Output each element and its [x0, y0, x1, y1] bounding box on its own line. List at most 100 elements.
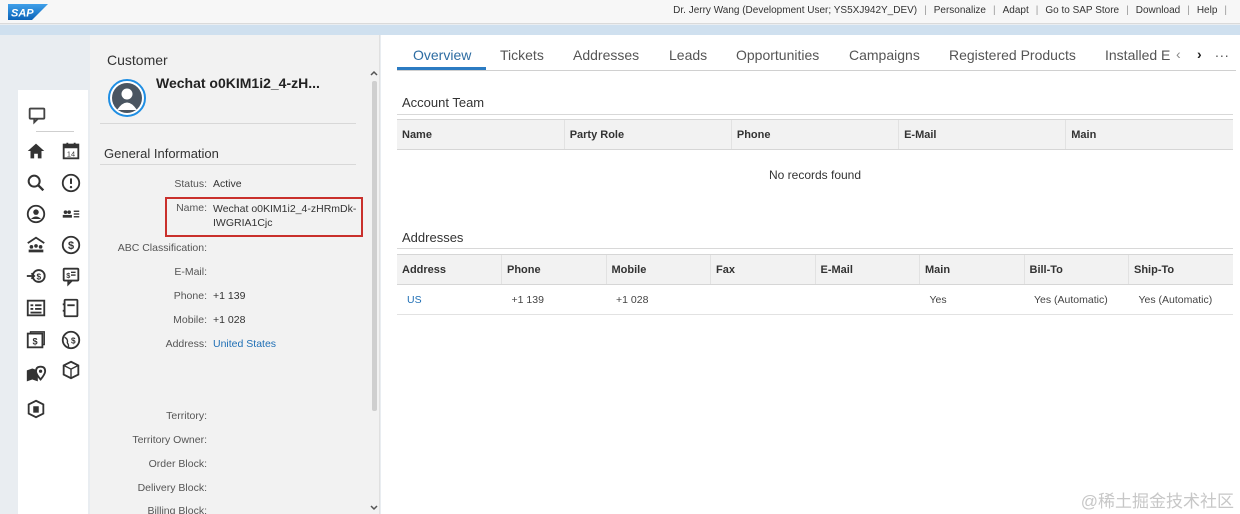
territory-label: Territory:: [166, 410, 207, 422]
active-tab-indicator: [397, 67, 486, 70]
fax-cell: [710, 284, 815, 315]
svg-text:$: $: [33, 337, 38, 347]
user-menu[interactable]: Dr. Jerry Wang (Development User; YS5XJ9…: [673, 5, 917, 16]
addresses-title: Addresses: [402, 230, 464, 245]
account-team-header-row: Name Party Role Phone E-Mail Main: [397, 119, 1233, 150]
bill-to-cell: Yes (Automatic): [1024, 284, 1129, 315]
installed-base-icon[interactable]: [24, 397, 48, 421]
mobile-cell: +1 028: [606, 284, 711, 315]
abc-classification-label: ABC Classification:: [117, 242, 207, 254]
product-icon[interactable]: [59, 358, 83, 382]
tab-overview[interactable]: Overview: [413, 47, 471, 63]
svg-text:$: $: [68, 240, 74, 252]
customer-object-label: Customer: [107, 52, 168, 68]
addresses-divider: [397, 248, 1233, 249]
avatar-person-icon: [112, 83, 142, 113]
scroll-up-icon[interactable]: [369, 69, 379, 80]
address-cell-link[interactable]: US: [397, 284, 502, 315]
addresses-header-row: Address Phone Mobile Fax E-Mail Main Bil…: [397, 254, 1233, 285]
email-label: E-Mail:: [174, 266, 207, 278]
territory-owner-label: Territory Owner:: [132, 434, 207, 446]
watermark: @稀土掘金技术社区: [1080, 492, 1234, 511]
status-value: Active: [213, 178, 242, 190]
download-link[interactable]: Download: [1136, 5, 1180, 16]
column-header-main[interactable]: Main: [1065, 119, 1233, 150]
document-icon[interactable]: [59, 296, 83, 320]
tab-campaigns[interactable]: Campaigns: [849, 47, 920, 63]
email-cell: [815, 284, 920, 315]
pricing-message-icon[interactable]: $: [59, 264, 83, 288]
no-records-message: No records found: [768, 168, 862, 182]
dollar-icon[interactable]: $: [59, 233, 83, 257]
home-icon[interactable]: [24, 139, 48, 163]
scroll-thumb[interactable]: [372, 81, 377, 411]
address-label: Address:: [165, 338, 207, 350]
shell-bar: SAP Dr. Jerry Wang (Development User; YS…: [0, 0, 1240, 24]
column-header-bill-to[interactable]: Bill-To: [1023, 254, 1129, 285]
address-link[interactable]: United States: [213, 338, 276, 350]
left-nav: 14 $ $ $ $ $: [18, 90, 88, 514]
adapt-link[interactable]: Adapt: [1003, 5, 1029, 16]
person-icon[interactable]: [24, 202, 48, 226]
svg-text:$: $: [66, 271, 70, 280]
map-marker-icon[interactable]: [24, 362, 48, 386]
customer-panel: Customer Wechat o0KIM1i2_4-zH... General…: [90, 35, 380, 514]
personalize-link[interactable]: Personalize: [934, 5, 986, 16]
chat-icon[interactable]: [25, 103, 49, 127]
shell-links: Dr. Jerry Wang (Development User; YS5XJ9…: [673, 5, 1227, 16]
phone-label: Phone:: [173, 290, 207, 302]
sap-logo[interactable]: SAP: [8, 4, 48, 20]
sap-store-link[interactable]: Go to SAP Store: [1045, 5, 1119, 16]
account-team-title: Account Team: [402, 95, 485, 110]
customer-name-title: Wechat o0KIM1i2_4-zH...: [156, 75, 320, 91]
globe-dollar-icon[interactable]: $: [59, 328, 83, 352]
list-icon[interactable]: [24, 296, 48, 320]
scroll-down-icon[interactable]: [369, 504, 379, 514]
tab-tickets[interactable]: Tickets: [500, 47, 544, 63]
nav-divider: [36, 131, 74, 132]
column-header-email[interactable]: E-Mail: [898, 119, 1066, 150]
svg-text:$: $: [36, 273, 41, 282]
mobile-value: +1 028: [213, 314, 246, 326]
tab-scroll-right-icon[interactable]: ›: [1197, 46, 1202, 62]
name-highlight-box: [165, 197, 363, 237]
search-icon[interactable]: [24, 171, 48, 195]
column-header-main[interactable]: Main: [919, 254, 1024, 285]
tab-registered-products[interactable]: Registered Products: [949, 47, 1076, 63]
general-information-divider: [100, 164, 356, 165]
money-arrow-icon[interactable]: $: [24, 264, 48, 288]
calendar-icon[interactable]: 14: [59, 139, 83, 163]
column-header-name[interactable]: Name: [397, 119, 565, 150]
column-header-phone[interactable]: Phone: [501, 254, 606, 285]
tab-installed-base[interactable]: Installed E: [1105, 47, 1170, 63]
help-link[interactable]: Help: [1197, 5, 1218, 16]
tab-leads[interactable]: Leads: [669, 47, 707, 63]
contacts-list-icon[interactable]: [59, 202, 83, 226]
dollar-document-icon[interactable]: $: [24, 328, 48, 352]
main-cell: Yes: [919, 284, 1024, 315]
column-header-mobile[interactable]: Mobile: [605, 254, 711, 285]
panel-scrollbar[interactable]: [369, 69, 379, 514]
mobile-label: Mobile:: [173, 314, 207, 326]
main-content: Overview Tickets Addresses Leads Opportu…: [381, 35, 1240, 514]
order-block-label: Order Block:: [148, 458, 207, 470]
tab-addresses[interactable]: Addresses: [573, 47, 639, 63]
column-header-email[interactable]: E-Mail: [814, 254, 920, 285]
column-header-party-role[interactable]: Party Role: [563, 119, 732, 150]
svg-text:SAP: SAP: [11, 8, 34, 20]
svg-text:14: 14: [67, 150, 75, 159]
table-row[interactable]: US +1 139 +1 028 Yes Yes (Automatic) Yes…: [397, 284, 1233, 315]
tab-opportunities[interactable]: Opportunities: [736, 47, 819, 63]
hierarchy-icon[interactable]: [24, 233, 48, 257]
tab-scroll-left-icon[interactable]: ‹: [1176, 46, 1181, 62]
svg-text:$: $: [71, 337, 76, 346]
alert-icon[interactable]: [59, 171, 83, 195]
status-label: Status:: [174, 178, 207, 190]
account-team-divider: [397, 114, 1233, 115]
tab-overflow-icon[interactable]: ...: [1215, 44, 1230, 60]
column-header-address[interactable]: Address: [397, 254, 502, 285]
column-header-ship-to[interactable]: Ship-To: [1128, 254, 1233, 285]
column-header-phone[interactable]: Phone: [730, 119, 899, 150]
header-band: [0, 25, 1240, 35]
column-header-fax[interactable]: Fax: [710, 254, 815, 285]
